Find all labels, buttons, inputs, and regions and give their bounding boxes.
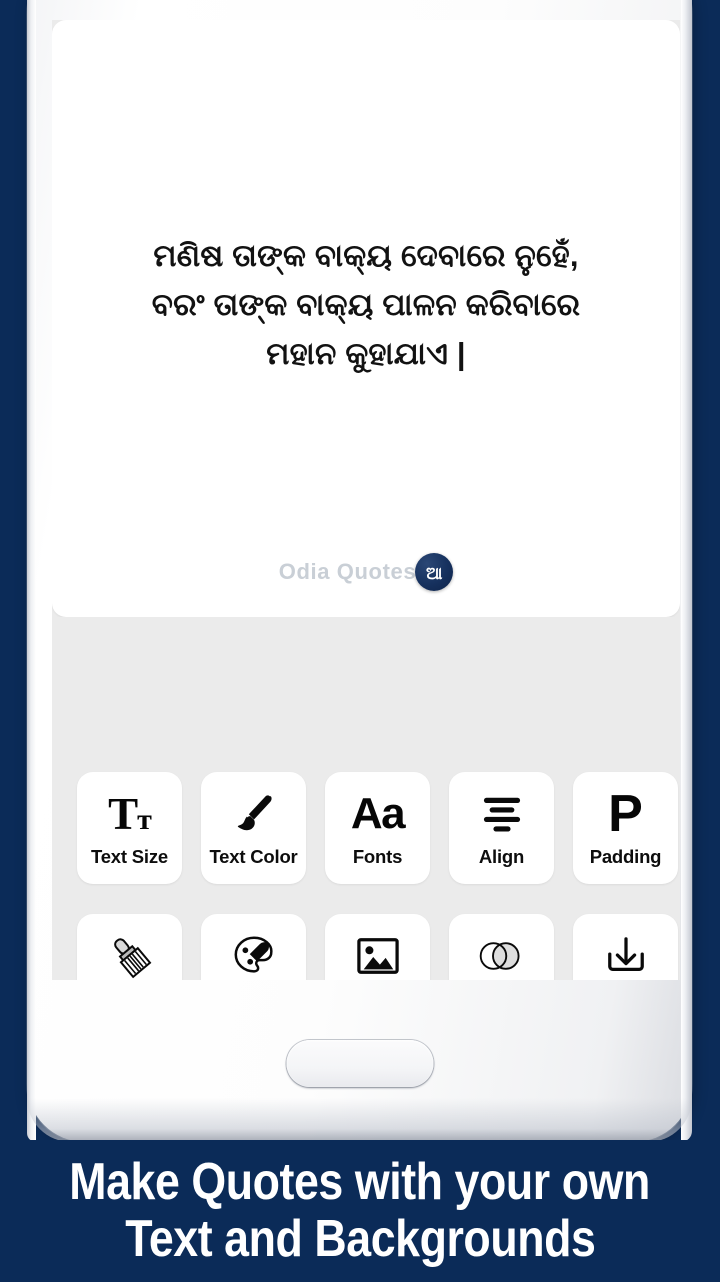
- editor-toolbar: Tт Text Size Text Color Aa Fonts Align P…: [52, 617, 680, 980]
- tool-padding[interactable]: P Padding: [573, 772, 678, 884]
- tool-align[interactable]: Align: [449, 772, 554, 884]
- tool-opacity[interactable]: Opacity: [449, 914, 554, 980]
- tool-save[interactable]: Save: [573, 914, 678, 980]
- promo-banner: Make Quotes with your own Text and Backg…: [0, 1140, 720, 1282]
- opacity-circles-icon: [449, 930, 554, 980]
- odia-quotes-logo-icon: ଆ: [415, 553, 454, 591]
- fonts-aa-icon: Aa: [350, 789, 406, 838]
- quote-text-container[interactable]: ମଣିଷ ତାଙ୍କ ବାକ୍ୟ ଦେବାରେ ନୁହେଁ, ବରଂ ତାଙ୍କ…: [52, 232, 680, 379]
- tool-color[interactable]: Color: [201, 914, 306, 980]
- tool-label: Text Size: [90, 846, 169, 867]
- save-download-icon: [573, 930, 678, 980]
- tool-label: Fonts: [352, 846, 403, 867]
- tool-label: Align: [478, 846, 525, 867]
- phone-home-button[interactable]: [286, 1040, 433, 1087]
- watermark-label: Odia Quotes: [278, 559, 417, 584]
- watermark-logo-char: ଆ: [425, 563, 443, 583]
- text-size-icon: Tт: [108, 788, 152, 839]
- padding-p-icon: P: [608, 785, 643, 843]
- tool-text-color[interactable]: Text Color: [201, 772, 306, 884]
- quote-canvas[interactable]: ମଣିଷ ତାଙ୍କ ବାକ୍ୟ ଦେବାରେ ନୁହେଁ, ବରଂ ତାଙ୍କ…: [52, 20, 680, 617]
- tool-gradient[interactable]: Gradient: [77, 914, 182, 980]
- image-picture-icon: [325, 930, 430, 980]
- paint-brush-icon: [201, 788, 306, 840]
- tool-label: Text Color: [209, 846, 298, 867]
- quote-text[interactable]: ମଣିଷ ତାଙ୍କ ବାକ୍ୟ ଦେବାରେ ନୁହେଁ, ବରଂ ତାଙ୍କ…: [80, 232, 652, 379]
- align-center-icon: [449, 788, 554, 840]
- toolbar-row-text-options: Tт Text Size Text Color Aa Fonts Align P…: [52, 772, 680, 884]
- toolbar-row-background-options: Gradient Color: [52, 914, 680, 980]
- phone-mockup: ମଣିଷ ତାଙ୍କ ବାକ୍ୟ ଦେବାରେ ନୁହେଁ, ବରଂ ତାଙ୍କ…: [27, 0, 692, 1142]
- phone-screen: ମଣିଷ ତାଙ୍କ ବାକ୍ୟ ଦେବାରେ ନୁହେଁ, ବରଂ ତାଙ୍କ…: [52, 20, 680, 980]
- phone-bezel-right: [681, 0, 692, 1142]
- promo-banner-line-2: Text and Backgrounds: [124, 1210, 596, 1268]
- tool-image[interactable]: Image: [325, 914, 430, 980]
- tool-text-size[interactable]: Tт Text Size: [77, 772, 182, 884]
- tool-label: Padding: [589, 846, 662, 867]
- promo-banner-line-1: Make Quotes with your own: [69, 1152, 651, 1211]
- gradient-brush-icon: [77, 930, 182, 980]
- phone-bezel-left: [27, 0, 36, 1142]
- tool-fonts[interactable]: Aa Fonts: [325, 772, 430, 884]
- color-palette-icon: [201, 930, 306, 980]
- watermark: Odia Quotes ଆ: [52, 553, 680, 591]
